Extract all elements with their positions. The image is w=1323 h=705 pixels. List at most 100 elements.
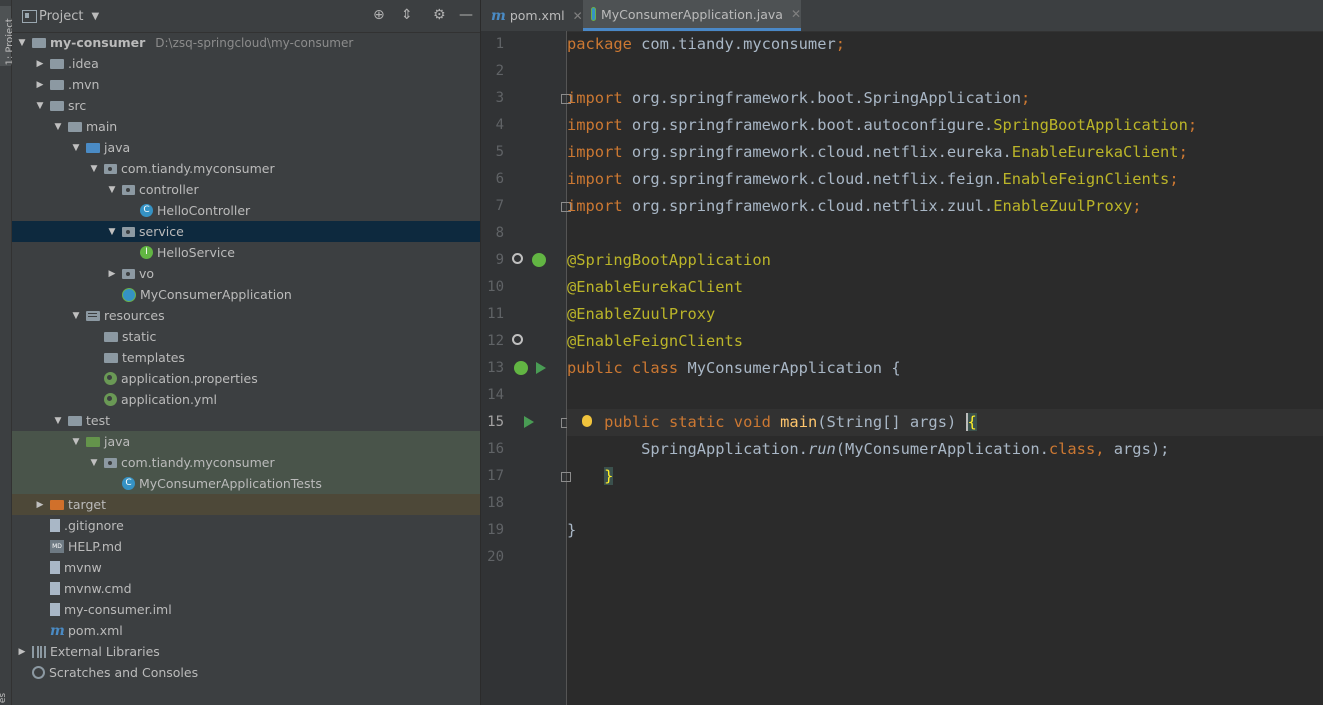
chevron-right-icon[interactable]: ▶ [34,80,46,90]
chevron-right-icon[interactable]: ▶ [34,500,46,510]
chevron-down-icon[interactable]: ▼ [106,227,118,237]
gutter-line[interactable]: 17 [481,463,566,490]
tree-item[interactable]: mvnw [12,557,480,578]
tree-item-label: HELP.md [68,539,122,554]
close-icon[interactable]: ✕ [791,7,801,21]
find-usages-icon[interactable] [512,334,523,345]
gutter-line[interactable]: 20 [481,544,566,571]
gutter-line[interactable]: 9 [481,247,566,274]
gear-icon[interactable]: ⚙ [433,8,446,22]
library-icon [32,645,46,658]
project-panel-title[interactable]: Project [39,9,83,24]
tree-item[interactable]: templates [12,347,480,368]
tree-item[interactable]: my-consumer.iml [12,599,480,620]
line-number: 3 [495,90,504,106]
gutter-line[interactable]: 10 [481,274,566,301]
tree-item[interactable]: Scratches and Consoles [12,662,480,683]
tree-item[interactable]: m pom.xml [12,620,480,641]
gutter-line[interactable]: 14 [481,382,566,409]
excluded-folder-icon [50,499,64,510]
run-icon[interactable] [536,362,546,374]
tree-item[interactable]: ▶ .idea [12,53,480,74]
tree-item[interactable]: ▼ main [12,116,480,137]
gutter-line[interactable]: 1 [481,31,566,58]
chevron-right-icon[interactable]: ▶ [106,269,118,279]
gutter-line[interactable]: 4 [481,112,566,139]
code-line-19: } [567,521,577,539]
gutter-line[interactable]: 11 [481,301,566,328]
gutter-line[interactable]: 8 [481,220,566,247]
find-usages-icon[interactable] [512,253,523,264]
chevron-down-icon[interactable]: ▼ [52,122,64,132]
gutter-line[interactable]: 3 [481,85,566,112]
tree-item[interactable]: .gitignore [12,515,480,536]
line-number: 8 [495,225,504,241]
locate-icon[interactable]: ⊕ [373,8,385,22]
tree-item[interactable]: ▼ test [12,410,480,431]
lightbulb-icon[interactable] [582,415,592,427]
tree-item[interactable]: I HelloService [12,242,480,263]
tree-item[interactable]: ▶ .mvn [12,74,480,95]
chevron-down-icon[interactable]: ▼ [70,311,82,321]
tree-item[interactable]: ▼ java [12,137,480,158]
gutter-line[interactable]: 2 [481,58,566,85]
tree-item[interactable]: C HelloController [12,200,480,221]
run-icon[interactable] [524,416,534,428]
code-line-9: @SpringBootApplication [567,251,771,269]
chevron-right-icon[interactable]: ▶ [16,647,28,657]
chevron-right-icon[interactable]: ▶ [34,59,46,69]
chevron-down-icon[interactable]: ▼ [70,143,82,153]
tree-item[interactable]: ▼ src [12,95,480,116]
spring-config-icon [104,393,117,406]
folder-icon [50,79,64,90]
tree-item[interactable]: ▼ resources [12,305,480,326]
gutter-line[interactable]: 12 [481,328,566,355]
tree-item[interactable]: ▼ service [12,221,480,242]
tab-pom-xml[interactable]: m pom.xml ✕ [487,0,583,31]
editor-gutter[interactable]: 1 2 3 4 5 6 7 8 9 10 11 12 13 14 15 16 17 18 19 20 [481,31,571,705]
chevron-down-icon[interactable]: ▼ [88,458,100,468]
tree-item-label: vo [139,266,155,281]
tree-item[interactable]: ▶ External Libraries [12,641,480,662]
chevron-down-icon[interactable]: ▼ [16,38,28,48]
chevron-down-icon[interactable]: ▼ [88,164,100,174]
code-line-17: } [567,463,1323,490]
chevron-down-icon[interactable]: ▼ [52,416,64,426]
class-icon: C [140,204,153,217]
chevron-down-icon[interactable]: ▼ [91,11,99,22]
tree-item[interactable]: MyConsumerApplication [12,284,480,305]
tree-item[interactable]: application.yml [12,389,480,410]
code-area[interactable]: package com.tiandy.myconsumer; import or… [567,31,1323,705]
markdown-icon: MD [50,540,64,553]
tree-item[interactable]: ▶ target [12,494,480,515]
gutter-line[interactable]: 19 [481,517,566,544]
tree-item[interactable]: static [12,326,480,347]
close-icon[interactable]: ✕ [573,9,583,23]
code-line-1: package com.tiandy.myconsumer; [567,35,846,53]
folder-icon [68,121,82,132]
tree-item[interactable]: ▼ com.tiandy.myconsumer [12,452,480,473]
tree-item[interactable]: mvnw.cmd [12,578,480,599]
gutter-line[interactable]: 5 [481,139,566,166]
tree-item[interactable]: MD HELP.md [12,536,480,557]
tree-item[interactable]: application.properties [12,368,480,389]
gutter-line[interactable]: 7 [481,193,566,220]
gutter-line[interactable]: 18 [481,490,566,517]
tree-item[interactable]: ▼ com.tiandy.myconsumer [12,158,480,179]
collapse-all-icon[interactable]: ⇕ [401,8,413,22]
chevron-down-icon[interactable]: ▼ [34,101,46,111]
tree-item[interactable]: ▼ java [12,431,480,452]
spring-bean-icon[interactable] [532,253,546,267]
tree-item[interactable]: C MyConsumerApplicationTests [12,473,480,494]
chevron-down-icon[interactable]: ▼ [106,185,118,195]
tree-item[interactable]: ▼ controller [12,179,480,200]
chevron-down-icon[interactable]: ▼ [70,437,82,447]
tree-item[interactable]: ▶ vo [12,263,480,284]
hide-icon[interactable]: — [459,8,473,22]
bottom-tool-label[interactable]: es [0,693,8,703]
tree-item[interactable]: ▼ my-consumer D:\zsq-springcloud\my-consum… [12,32,480,53]
spring-boot-run-icon[interactable] [514,361,528,375]
tab-my-consumer-application[interactable]: MyConsumerApplication.java ✕ [583,0,801,31]
gutter-line[interactable]: 6 [481,166,566,193]
gutter-line[interactable]: 16 [481,436,566,463]
